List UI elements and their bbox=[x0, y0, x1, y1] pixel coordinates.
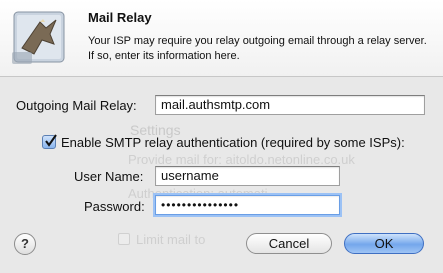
username-input[interactable]: username bbox=[155, 166, 340, 186]
username-label: User Name: bbox=[74, 169, 144, 184]
cancel-button[interactable]: Cancel bbox=[246, 233, 332, 254]
auth-checkbox[interactable] bbox=[42, 134, 57, 149]
password-label: Password: bbox=[84, 199, 145, 214]
ok-button[interactable]: OK bbox=[344, 233, 424, 254]
background-limit-text: Limit mail to bbox=[136, 232, 206, 247]
auth-checkbox-label: Enable SMTP relay authentication (requir… bbox=[61, 135, 405, 150]
dialog-description: Your ISP may require you relay outgoing … bbox=[88, 35, 427, 62]
dialog-title: Mail Relay bbox=[88, 10, 152, 25]
relay-input[interactable]: mail.authsmtp.com bbox=[155, 95, 425, 115]
password-input[interactable]: ••••••••••••••• bbox=[155, 195, 340, 215]
background-checkbox bbox=[118, 233, 130, 245]
dialog-header: Mail Relay Your ISP may require you rela… bbox=[0, 0, 443, 77]
relay-label: Outgoing Mail Relay: bbox=[16, 98, 137, 113]
help-button[interactable]: ? bbox=[14, 233, 36, 255]
checkmark-icon bbox=[45, 134, 57, 147]
background-provide-text: Provide mail for: aitoldo.netonline.co.u… bbox=[128, 152, 355, 167]
mail-eagle-icon bbox=[12, 11, 65, 64]
